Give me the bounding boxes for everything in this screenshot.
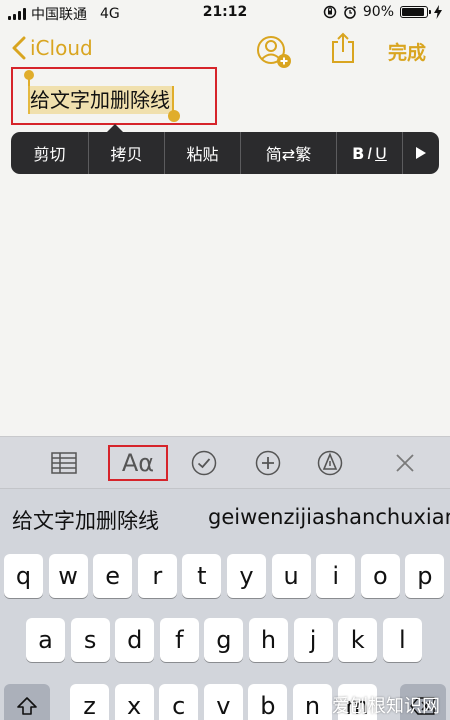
key-l[interactable]: l: [382, 618, 422, 662]
key-j[interactable]: j: [293, 618, 333, 662]
battery-icon: [400, 6, 431, 18]
menu-more-button[interactable]: [403, 132, 439, 174]
pen-tip-circle-icon: [317, 450, 343, 476]
key-d[interactable]: d: [115, 618, 155, 662]
bold-label: B: [352, 143, 365, 163]
menu-item-simplified-traditional[interactable]: 简⇄繁: [241, 132, 337, 174]
insert-button[interactable]: [254, 447, 282, 479]
key-o[interactable]: o: [360, 554, 400, 598]
key-r[interactable]: r: [137, 554, 177, 598]
checkmark-circle-icon: [191, 450, 217, 476]
alarm-icon: [343, 5, 356, 19]
menu-item-copy[interactable]: 拷贝: [89, 132, 165, 174]
back-label: iCloud: [30, 36, 93, 60]
key-h[interactable]: h: [249, 618, 288, 662]
key-u[interactable]: u: [271, 554, 311, 598]
key-k[interactable]: k: [338, 618, 378, 662]
plus-circle-icon: [255, 450, 281, 476]
table-icon: [51, 452, 77, 474]
play-arrow-icon: [416, 147, 426, 159]
menu-item-paste[interactable]: 粘贴: [165, 132, 241, 174]
suggestion-item[interactable]: 给文字加删除线: [12, 505, 159, 535]
text-style-button[interactable]: Aα: [112, 447, 164, 479]
keyboard: qwertyuiop asdfghjkl zxcvbnm 爱刨根知识网: [0, 546, 450, 720]
table-button[interactable]: [50, 447, 78, 479]
underline-label: U: [375, 143, 387, 163]
edit-menu: 剪切 拷贝 粘贴 简⇄繁 B I U: [11, 124, 439, 174]
shift-icon: [17, 697, 37, 715]
add-people-icon[interactable]: [256, 34, 292, 70]
menu-item-cut[interactable]: 剪切: [11, 132, 89, 174]
watermark: 爱刨根知识网: [332, 696, 440, 717]
chevron-left-icon: [12, 36, 26, 60]
key-v[interactable]: v: [203, 684, 243, 720]
orientation-lock-icon: [323, 5, 337, 19]
key-t[interactable]: t: [182, 554, 222, 598]
close-keyboard-button[interactable]: [392, 447, 418, 479]
markup-button[interactable]: [316, 447, 344, 479]
note-selected-text[interactable]: 给文字加删除线: [28, 86, 172, 114]
key-q[interactable]: q: [4, 554, 43, 598]
done-button[interactable]: 完成: [388, 38, 426, 65]
selection-start-handle[interactable]: [24, 70, 34, 80]
key-p[interactable]: p: [405, 554, 445, 598]
key-x[interactable]: x: [114, 684, 154, 720]
back-button[interactable]: iCloud: [12, 36, 93, 60]
suggestion-bar: 给文字加删除线 geiwenzijiashanchuxian: [0, 488, 450, 546]
key-c[interactable]: c: [159, 684, 199, 720]
battery-percent: 90%: [362, 4, 394, 20]
shift-key[interactable]: [4, 684, 50, 720]
key-e[interactable]: e: [93, 554, 133, 598]
key-y[interactable]: y: [227, 554, 266, 598]
key-n[interactable]: n: [293, 684, 332, 720]
key-i[interactable]: i: [316, 554, 356, 598]
close-icon: [396, 454, 414, 472]
status-bar: 中国联通 4G 21:12 90%: [0, 0, 450, 26]
key-b[interactable]: b: [248, 684, 288, 720]
share-icon[interactable]: [330, 32, 356, 64]
italic-label: I: [367, 143, 373, 163]
key-w[interactable]: w: [48, 554, 88, 598]
selection-end-handle[interactable]: [168, 110, 180, 122]
format-toolbar: Aα: [0, 436, 450, 488]
key-s[interactable]: s: [70, 618, 110, 662]
key-z[interactable]: z: [70, 684, 109, 720]
key-f[interactable]: f: [159, 618, 199, 662]
checklist-button[interactable]: [190, 447, 218, 479]
suggestion-item[interactable]: geiwenzijiashanchuxian: [208, 505, 450, 529]
key-a[interactable]: a: [26, 618, 65, 662]
key-g[interactable]: g: [204, 618, 244, 662]
status-right: 90%: [323, 4, 442, 20]
menu-item-format[interactable]: B I U: [337, 132, 403, 174]
charging-icon: [434, 5, 442, 19]
